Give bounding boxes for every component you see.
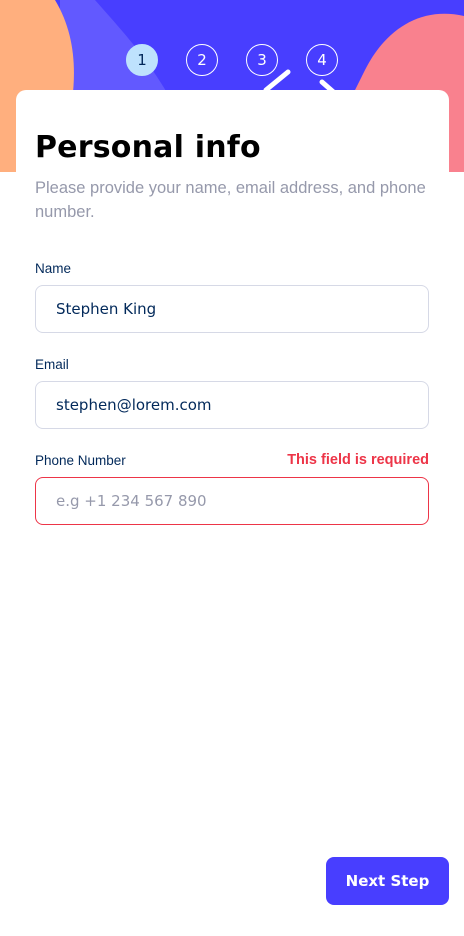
- phone-error-message: This field is required: [287, 452, 429, 468]
- name-field[interactable]: [35, 285, 429, 333]
- email-label: Email: [35, 357, 69, 372]
- next-step-button[interactable]: Next Step: [326, 857, 449, 905]
- step-indicator: 1 2 3 4: [0, 44, 464, 76]
- step-4[interactable]: 4: [306, 44, 338, 76]
- step-2[interactable]: 2: [186, 44, 218, 76]
- page-subtitle: Please provide your name, email address,…: [35, 179, 426, 221]
- page-title: Personal info: [35, 130, 261, 165]
- step-3[interactable]: 3: [246, 44, 278, 76]
- name-label: Name: [35, 261, 72, 276]
- step-1[interactable]: 1: [126, 44, 158, 76]
- email-field[interactable]: [35, 381, 429, 429]
- phone-field[interactable]: [35, 477, 429, 525]
- multi-step-form-page: 1 2 3 4 Personal info Please provide you…: [0, 0, 464, 936]
- phone-label: Phone Number: [35, 453, 126, 468]
